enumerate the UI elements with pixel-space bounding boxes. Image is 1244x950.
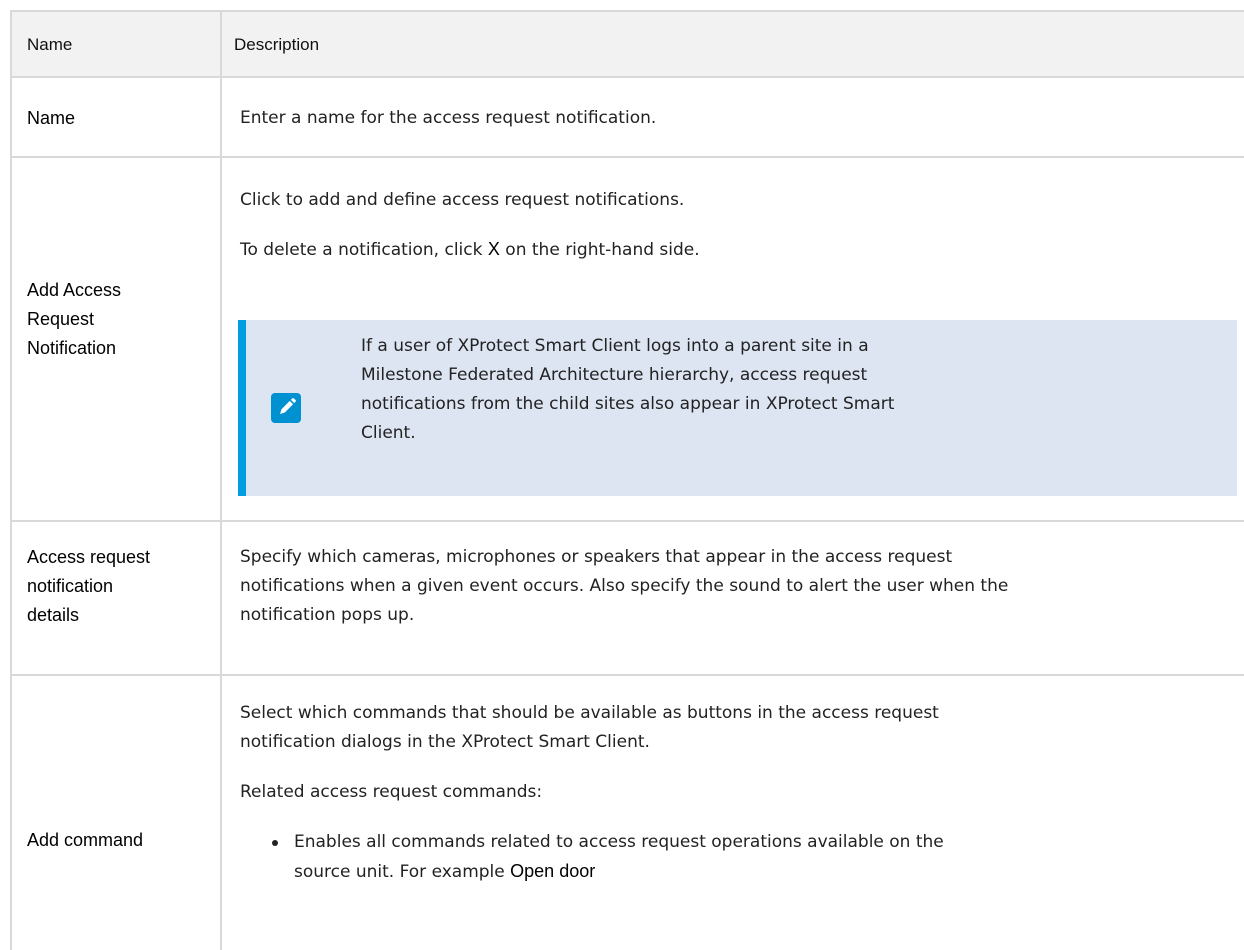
pencil-edit-icon [271,393,301,423]
table-header: Name Description [12,10,1244,78]
row-divider [12,674,1244,676]
row-details-name: Access request notification details [27,547,151,625]
note-text: If a user of XProtect Smart Client logs … [361,336,895,443]
bullet-icon [272,840,278,846]
row-add-access-request-p1: Click to add and define access request n… [240,190,685,210]
row-add-command-p1: Select which commands that should be ava… [240,703,939,752]
header-name: Name [27,35,73,54]
row-add-access-request-p2: To delete a notification, click X on the… [240,239,700,260]
row-add-access-request-name: Add Access Request Notification [27,280,122,358]
row-name-name: Name [27,108,76,128]
list-item: Enables all commands related to access r… [272,828,1192,887]
key-x: X [487,239,500,259]
row-details-description: Specify which cameras, microphones or sp… [240,547,1009,625]
open-door-label: Open door [510,861,596,881]
note-box: If a user of XProtect Smart Client logs … [238,320,1237,496]
header-description: Description [234,35,320,54]
row-name-description: Enter a name for the access request noti… [240,108,657,128]
row-divider [12,520,1244,522]
row-add-command-name: Add command [27,830,144,850]
description-table: Name Description Name Enter a name for t… [10,10,1244,950]
row-add-command-p2: Related access request commands: [240,782,543,802]
row-divider [12,156,1244,158]
column-divider [220,10,222,950]
